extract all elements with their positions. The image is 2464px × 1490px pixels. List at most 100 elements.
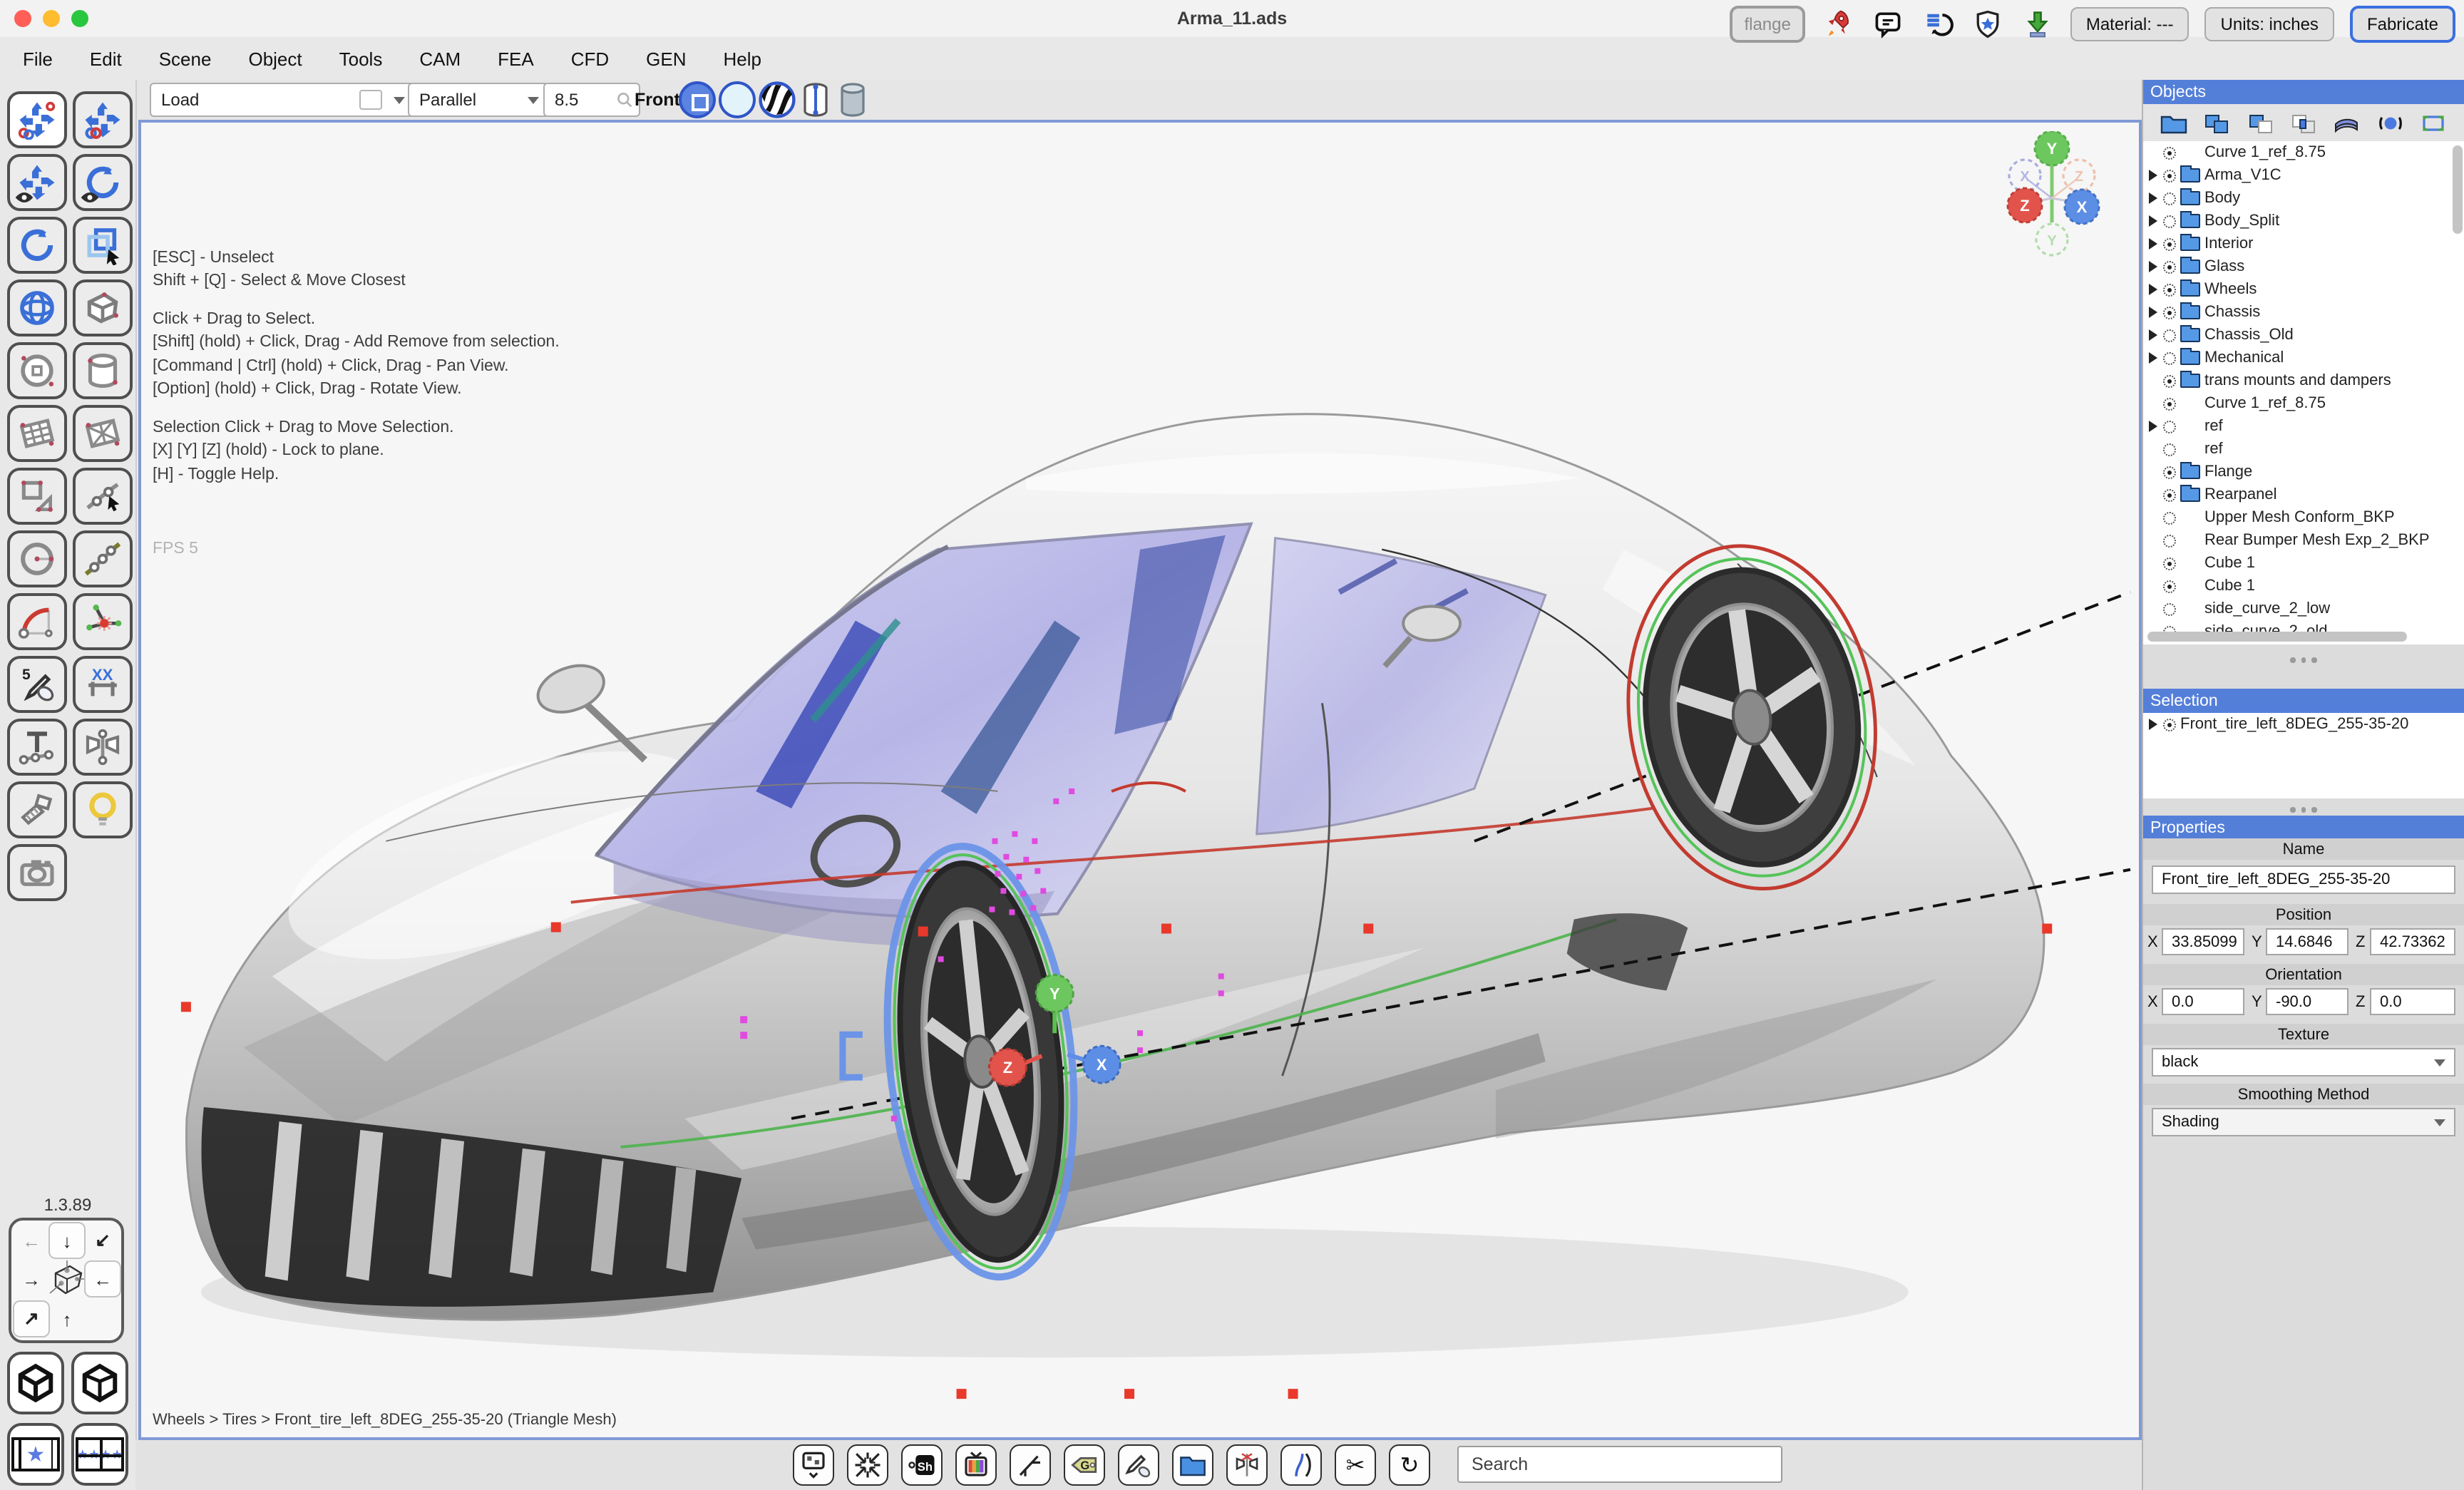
zebra-analysis-button[interactable] [759,81,796,118]
group-union-icon[interactable] [2203,112,2230,133]
tree-item[interactable]: Arma_V1C [2143,164,2464,187]
folder-icon[interactable] [2160,112,2187,133]
shading-toggle-button[interactable]: Sh [901,1444,943,1486]
disclosure-arrow-icon[interactable] [2147,170,2159,181]
tree-item[interactable]: trans mounts and dampers [2143,369,2464,392]
collapse-center-button[interactable] [847,1444,888,1486]
move-object-tool-button[interactable] [73,91,133,148]
tag-button[interactable]: G [1064,1444,1105,1486]
disclosure-arrow-icon[interactable] [2147,238,2159,250]
mirror-tool-button[interactable] [73,719,133,776]
menu-item[interactable]: FEA [498,48,534,69]
solid-cylinder-button[interactable] [838,81,867,118]
texture-dropdown[interactable]: black [2152,1048,2455,1077]
download-icon[interactable] [2021,7,2055,41]
curve-tool-button[interactable] [73,530,133,587]
visibility-icon[interactable] [2163,580,2176,592]
text-path-tool-button[interactable] [7,719,67,776]
disclosure-arrow-icon[interactable] [2147,719,2159,730]
smoothing-dropdown[interactable]: Shading [2152,1108,2455,1136]
refresh-button[interactable]: ↻ [1389,1444,1430,1486]
position-z-input[interactable] [2370,928,2455,955]
iso-view-button[interactable] [7,1352,64,1414]
view-axis-gizmo[interactable]: X Z Y Y Z X [1988,131,2119,262]
shield-star-icon[interactable] [1971,7,2005,41]
pan-view-tool-button[interactable] [7,154,67,211]
spray-select-button[interactable] [1118,1444,1159,1486]
visibility-icon[interactable] [2163,511,2176,524]
zoom-field[interactable]: 8.5 [543,83,640,117]
visibility-icon[interactable] [2163,718,2176,731]
menu-item[interactable]: Edit [90,48,122,69]
polygon-tool-button[interactable] [7,468,67,525]
menu-item[interactable]: Scene [159,48,212,69]
revolve-icon[interactable] [2377,112,2404,133]
tree-item[interactable]: Mechanical [2143,346,2464,369]
menu-item[interactable]: Object [248,48,302,69]
visibility-icon[interactable] [2163,443,2176,456]
visibility-icon[interactable] [2163,351,2176,364]
menu-item[interactable]: File [23,48,53,69]
tree-item[interactable]: Curve 1_ref_8.75 [2143,141,2464,164]
units-button[interactable]: Units: inches [2205,7,2334,41]
fixture-tool-button[interactable]: XX [73,656,133,713]
tree-item[interactable]: Wheels [2143,278,2464,301]
visibility-icon[interactable] [2163,397,2176,410]
camera-tool-button[interactable] [7,844,67,901]
surface-icon[interactable] [2334,112,2361,133]
visibility-icon[interactable] [2163,260,2176,273]
tree-item[interactable]: Body_Split [2143,210,2464,232]
shaded-view-button[interactable] [679,81,716,118]
tree-vertical-scrollbar[interactable] [2453,145,2463,234]
tree-item[interactable]: Rear Bumper Mesh Exp_2_BKP [2143,529,2464,552]
tree-item[interactable]: Rearpanel [2143,483,2464,506]
triangle-plane-tool-button[interactable] [73,405,133,462]
history-list-icon[interactable] [1921,7,1955,41]
visibility-icon[interactable] [2163,602,2176,615]
cube-tool-button[interactable] [73,279,133,336]
nav-down-left-button[interactable]: ↙ [84,1222,121,1259]
nav-left-button[interactable]: ← [13,1222,50,1259]
nav-cube-icon[interactable] [46,1258,88,1300]
light-tool-button[interactable] [73,781,133,838]
tree-item[interactable]: Cube 1 [2143,575,2464,597]
position-y-input[interactable] [2266,928,2348,955]
menu-item[interactable]: CFD [571,48,609,69]
box-select-tool-button[interactable] [73,217,133,274]
menu-item[interactable]: Tools [339,48,383,69]
load-dropdown[interactable]: Load [150,83,415,117]
selection-item[interactable]: Front_tire_left_8DEG_255-35-20 [2143,713,2464,736]
axis-cylinder-button[interactable] [801,81,830,118]
disclosure-arrow-icon[interactable] [2147,352,2159,364]
disclosure-arrow-icon[interactable] [2147,329,2159,341]
nav-left2-button[interactable]: ← [84,1260,121,1298]
disclosure-arrow-icon[interactable] [2147,261,2159,272]
iso-view-alt-button[interactable] [71,1352,128,1414]
disclosure-arrow-icon[interactable] [2147,284,2159,295]
tree-item[interactable]: Flange [2143,461,2464,483]
edit-nodes-tool-button[interactable] [73,468,133,525]
circle-tool-button[interactable] [7,530,67,587]
objects-panel-header[interactable]: Objects [2143,80,2464,104]
plain-view-button[interactable] [719,81,756,118]
visibility-icon[interactable] [2163,534,2176,547]
disclosure-arrow-icon[interactable] [2147,192,2159,204]
visibility-icon[interactable] [2163,237,2176,250]
tree-item[interactable]: Cube 1 [2143,552,2464,575]
visibility-icon[interactable] [2163,306,2176,319]
orientation-y-input[interactable] [2266,988,2348,1015]
menu-item[interactable]: GEN [646,48,686,69]
nav-down-button[interactable]: ↓ [48,1222,86,1259]
arc-tool-button[interactable] [7,593,67,650]
visibility-icon[interactable] [2163,283,2176,296]
spray-count-tool-button[interactable]: 5 [7,656,67,713]
tree-item[interactable]: Chassis_Old [2143,324,2464,346]
tree-item[interactable]: ref [2143,438,2464,461]
nav-up-button[interactable]: ↑ [48,1300,86,1337]
nav-up-right-button[interactable]: ↗ [13,1300,50,1337]
cylinder-tool-button[interactable] [73,342,133,399]
tree-item[interactable]: Glass [2143,255,2464,278]
tree-item[interactable]: Interior [2143,232,2464,255]
folder-button[interactable] [1172,1444,1213,1486]
orientation-z-input[interactable] [2370,988,2455,1015]
